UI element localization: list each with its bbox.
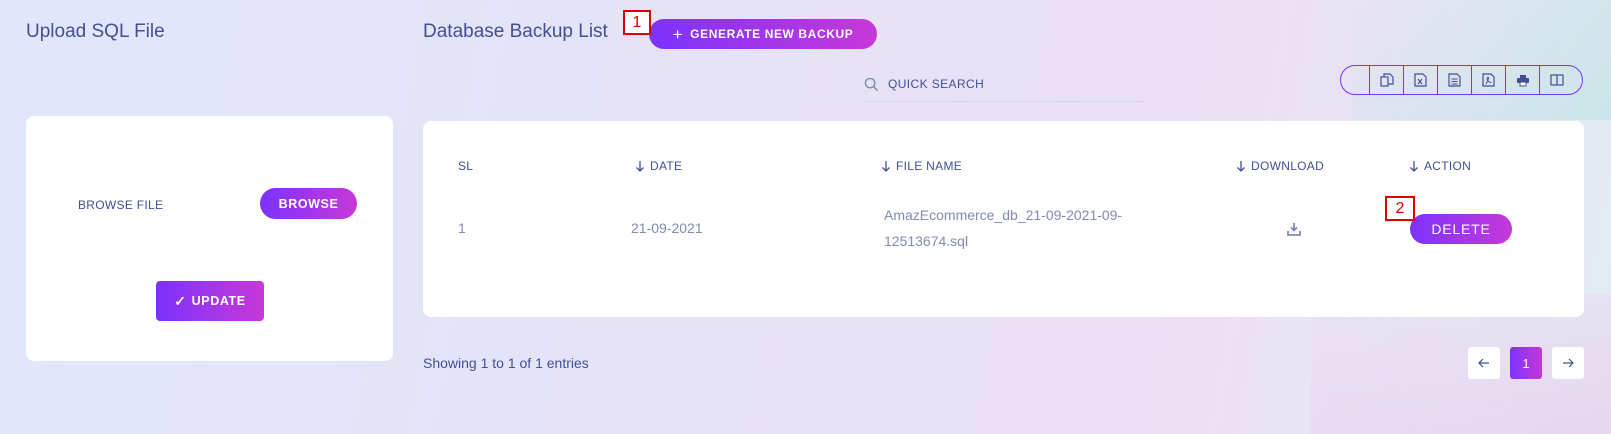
export-button-group: [1340, 65, 1583, 95]
previous-page-button[interactable]: [1468, 347, 1500, 379]
print-icon[interactable]: [1505, 66, 1539, 94]
sort-down-icon: [1410, 161, 1418, 172]
cell-sl: 1: [458, 220, 466, 236]
pdf-icon[interactable]: [1471, 66, 1505, 94]
quick-search-input[interactable]: [888, 77, 1128, 91]
page-1-button[interactable]: 1: [1510, 347, 1542, 379]
backup-list-title: Database Backup List: [423, 21, 608, 42]
cell-file-name-line1: AmazEcommerce_db_21-09-2021-09-: [884, 207, 1123, 223]
sort-down-icon: [1237, 161, 1245, 172]
delete-button[interactable]: DELETE: [1410, 214, 1512, 244]
upload-card: BROWSE FILE BROWSE ✓ UPDATE: [26, 116, 393, 361]
columns-icon[interactable]: [1539, 66, 1573, 94]
column-header-action[interactable]: ACTION: [1409, 159, 1471, 173]
search-icon: [864, 77, 879, 91]
column-header-date-label: DATE: [650, 159, 683, 173]
update-button[interactable]: ✓ UPDATE: [156, 281, 264, 321]
upload-section-title: Upload SQL File: [26, 21, 165, 42]
column-header-action-label: ACTION: [1424, 159, 1472, 173]
arrow-right-icon: [1563, 358, 1574, 368]
sort-down-icon: [636, 161, 644, 172]
cell-date: 21-09-2021: [631, 220, 703, 236]
download-icon[interactable]: [1287, 222, 1301, 236]
sort-down-icon: [882, 161, 890, 172]
update-button-label: UPDATE: [191, 294, 246, 308]
entries-info: Showing 1 to 1 of 1 entries: [423, 355, 589, 371]
browse-button[interactable]: BROWSE: [260, 188, 357, 219]
column-header-date[interactable]: DATE: [635, 159, 682, 173]
column-header-download[interactable]: DOWNLOAD: [1236, 159, 1324, 173]
csv-icon[interactable]: [1437, 66, 1471, 94]
plus-icon: +: [672, 24, 684, 44]
generate-new-backup-label: GENERATE NEW BACKUP: [690, 27, 854, 41]
excel-icon[interactable]: [1403, 66, 1437, 94]
arrow-left-icon: [1478, 358, 1489, 368]
column-header-download-label: DOWNLOAD: [1251, 159, 1325, 173]
copy-icon[interactable]: [1369, 66, 1403, 94]
background-decoration: [1351, 0, 1611, 120]
annotation-marker-1: 1: [623, 10, 651, 35]
quick-search: [862, 67, 1144, 102]
annotation-marker-2: 2: [1385, 196, 1415, 221]
browse-file-label: BROWSE FILE: [78, 198, 164, 212]
column-header-file-name-label: FILE NAME: [896, 159, 963, 173]
column-header-sl[interactable]: SL: [458, 159, 473, 173]
cell-file-name-line2: 12513674.sql: [884, 233, 969, 249]
check-icon: ✓: [174, 292, 187, 309]
column-header-file-name[interactable]: FILE NAME: [881, 159, 962, 173]
generate-new-backup-button[interactable]: + GENERATE NEW BACKUP: [649, 19, 877, 49]
column-header-sl-label: SL: [458, 159, 474, 173]
next-page-button[interactable]: [1552, 347, 1584, 379]
